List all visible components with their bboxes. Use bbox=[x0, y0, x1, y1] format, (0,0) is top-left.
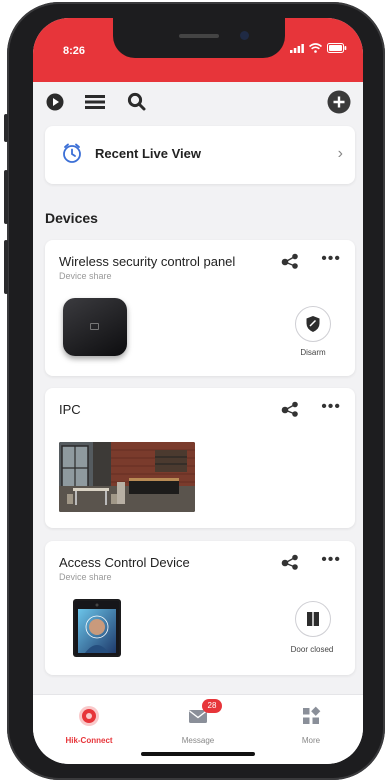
signal-icon bbox=[290, 43, 304, 53]
door-closed-label: Door closed bbox=[290, 645, 334, 654]
status-time: 8:26 bbox=[63, 45, 86, 57]
more-options-icon[interactable]: ••• bbox=[321, 552, 341, 568]
camera-live-image[interactable] bbox=[59, 442, 195, 512]
door-icon bbox=[307, 612, 319, 626]
clock-icon bbox=[61, 142, 83, 169]
device-subtitle: Device share bbox=[59, 572, 112, 582]
recent-live-view-card[interactable]: Recent Live View › bbox=[45, 126, 355, 184]
status-bar: 8:26 bbox=[33, 18, 363, 82]
volume-up-button bbox=[4, 170, 8, 224]
search-icon[interactable] bbox=[125, 90, 149, 114]
status-icons bbox=[290, 43, 347, 53]
share-icon[interactable] bbox=[281, 253, 299, 274]
share-icon[interactable] bbox=[281, 554, 299, 575]
more-options-icon[interactable]: ••• bbox=[321, 399, 341, 415]
share-icon[interactable] bbox=[281, 401, 299, 422]
battery-icon bbox=[327, 43, 347, 53]
disarm-button[interactable] bbox=[295, 306, 331, 342]
home-indicator[interactable] bbox=[141, 752, 255, 756]
front-camera bbox=[240, 31, 249, 40]
device-name: Wireless security control panel bbox=[59, 254, 236, 269]
notch bbox=[113, 18, 285, 58]
app-screen: 8:26 Recent Live View › Devices Wireless… bbox=[33, 18, 363, 764]
devices-section-title: Devices bbox=[45, 210, 98, 226]
device-card-access-control[interactable]: Access Control Device Device share ••• D… bbox=[45, 541, 355, 675]
top-toolbar bbox=[33, 82, 363, 122]
tab-hik-connect[interactable]: Hik-Connect bbox=[49, 705, 129, 745]
more-options-icon[interactable]: ••• bbox=[321, 251, 341, 267]
device-subtitle: Device share bbox=[59, 271, 112, 281]
list-view-icon[interactable] bbox=[83, 90, 107, 114]
speaker-grille bbox=[179, 34, 219, 38]
shield-icon bbox=[306, 316, 320, 332]
device-card-ipc[interactable]: IPC ••• bbox=[45, 388, 355, 528]
tab-label: Hik-Connect bbox=[65, 736, 113, 745]
message-badge: 28 bbox=[202, 699, 222, 713]
tab-more[interactable]: More bbox=[271, 705, 351, 745]
door-status-button[interactable] bbox=[295, 601, 331, 637]
tab-label: Message bbox=[181, 736, 215, 745]
control-panel-image bbox=[63, 298, 127, 356]
chevron-right-icon: › bbox=[337, 145, 343, 162]
device-name: Access Control Device bbox=[59, 555, 190, 570]
device-name: IPC bbox=[59, 402, 81, 417]
mute-switch bbox=[4, 114, 8, 142]
volume-down-button bbox=[4, 240, 8, 294]
tab-message[interactable]: 28 Message bbox=[158, 699, 238, 745]
live-view-icon[interactable] bbox=[43, 90, 67, 114]
grid-icon bbox=[303, 706, 321, 724]
disarm-label: Disarm bbox=[300, 348, 326, 357]
wifi-icon bbox=[309, 43, 322, 53]
access-terminal-image bbox=[73, 599, 121, 657]
add-device-button[interactable] bbox=[327, 90, 351, 114]
hik-connect-icon bbox=[79, 706, 99, 726]
recent-live-view-label: Recent Live View bbox=[95, 146, 201, 161]
tab-label: More bbox=[301, 736, 321, 745]
device-card-wireless-panel[interactable]: Wireless security control panel Device s… bbox=[45, 240, 355, 376]
